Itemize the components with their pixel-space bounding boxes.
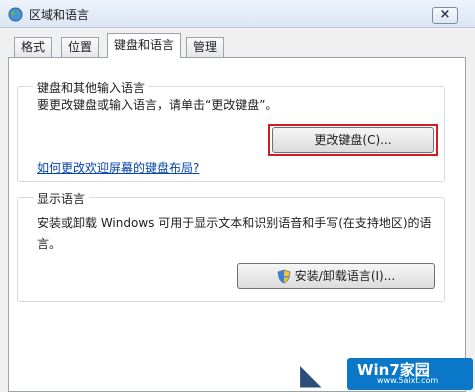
keyboard-group-title: 键盘和其他输入语言	[33, 79, 150, 96]
title-bar[interactable]: 区域和语言 ×	[0, 0, 475, 28]
dialog-window: 区域和语言 × 格式 位置 键盘和语言 管理 键盘和其他输入语言 要更改键盘或输…	[0, 0, 475, 392]
tab-keyboards-languages[interactable]: 键盘和语言	[107, 33, 182, 58]
tab-format[interactable]: 格式	[14, 37, 53, 57]
close-icon: ×	[439, 7, 451, 22]
install-uninstall-languages-button[interactable]: 安装/卸载语言(I)...	[237, 263, 435, 289]
display-language-description: 安装或卸载 Windows 可用于显示文本和识别语音和手写(在支持地区)的语	[37, 216, 432, 230]
keyboard-description: 要更改键盘或输入语言，请单击“更改键盘”。	[37, 98, 278, 112]
watermark-badge: Win7家园 www.5aixt.com	[347, 358, 473, 390]
change-keyboard-button[interactable]: 更改键盘(C)...	[272, 127, 434, 153]
install-button-label: 安装/卸载语言(I)...	[294, 269, 396, 283]
close-button[interactable]: ×	[432, 7, 458, 24]
display-language-group-title: 显示语言	[33, 190, 90, 207]
keyboard-layout-help-link[interactable]: 如何更改欢迎屏幕的键盘布局?	[37, 159, 199, 176]
watermark-logo-icon: ◣	[300, 358, 322, 391]
tab-administrative[interactable]: 管理	[186, 37, 225, 57]
tab-location[interactable]: 位置	[61, 37, 100, 57]
uac-shield-icon	[277, 269, 291, 284]
globe-icon	[8, 7, 23, 22]
display-language-description-cont: 言。	[37, 237, 62, 251]
window-title: 区域和语言	[29, 8, 90, 22]
watermark-url: www.5aixt.com	[377, 376, 439, 385]
watermark: ◣ Win7家园 www.5aixt.com	[300, 352, 475, 392]
